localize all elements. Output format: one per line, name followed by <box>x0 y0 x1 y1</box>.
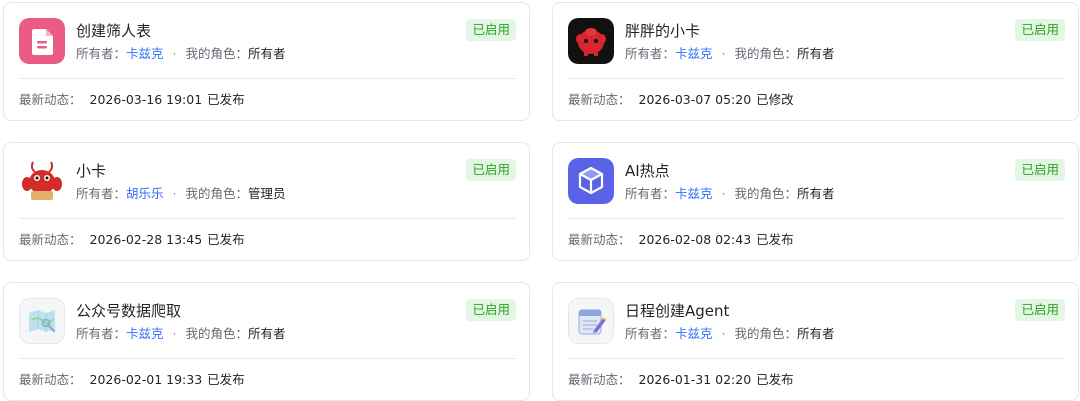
activity-timestamp: 2026-02-28 13:45 <box>89 232 203 247</box>
owner-name-link[interactable]: 卡兹克 <box>675 186 713 201</box>
card-title: 创建筛人表 <box>76 22 152 40</box>
role-label: 我的角色： <box>734 326 798 341</box>
owner-label: 所有者： <box>625 326 676 341</box>
role-value: 所有者 <box>797 186 835 201</box>
status-badge: 已启用 <box>466 159 516 181</box>
agent-card[interactable]: 小卡 所有者：胡乐乐 · 我的角色：管理员 已启用 最新动态： 2026-02-28 … <box>3 142 530 261</box>
pink-document-icon <box>19 18 65 64</box>
activity-action: 已发布 <box>756 232 794 247</box>
separator-dot: · <box>721 186 726 201</box>
card-divider <box>568 358 1065 359</box>
role-value: 所有者 <box>248 326 286 341</box>
status-badge: 已启用 <box>1015 299 1065 321</box>
activity-label: 最新动态： <box>19 232 82 247</box>
owner-name-link[interactable]: 卡兹克 <box>675 326 713 341</box>
card-divider <box>568 218 1065 219</box>
card-divider <box>568 78 1065 79</box>
agent-card[interactable]: 创建筛人表 所有者：卡兹克 · 我的角色：所有者 已启用 最新动态： 2026-03-… <box>3 2 530 121</box>
activity-action: 已修改 <box>756 92 794 107</box>
agent-card[interactable]: AI热点 所有者：卡兹克 · 我的角色：所有者 已启用 最新动态： 2026-02-0… <box>552 142 1079 261</box>
activity-action: 已发布 <box>756 372 794 387</box>
purple-cube-icon <box>568 158 614 204</box>
agent-card[interactable]: 公众号数据爬取 所有者：卡兹克 · 我的角色：所有者 已启用 最新动态： 2026-0… <box>3 282 530 401</box>
status-badge: 已启用 <box>466 299 516 321</box>
card-meta: 所有者：卡兹克 · 我的角色：所有者 <box>625 324 835 344</box>
map-icon <box>19 298 65 344</box>
role-label: 我的角色： <box>185 46 249 61</box>
role-label: 我的角色： <box>734 46 798 61</box>
status-badge: 已启用 <box>1015 159 1065 181</box>
card-divider <box>19 218 516 219</box>
card-meta: 所有者：卡兹克 · 我的角色：所有者 <box>625 44 835 64</box>
card-title: 公众号数据爬取 <box>76 302 182 320</box>
owner-label: 所有者： <box>625 46 676 61</box>
activity-timestamp: 2026-01-31 02:20 <box>638 372 752 387</box>
activity-timestamp: 2026-03-07 05:20 <box>638 92 752 107</box>
role-value: 所有者 <box>248 46 286 61</box>
role-label: 我的角色： <box>185 326 249 341</box>
activity-timestamp: 2026-02-08 02:43 <box>638 232 752 247</box>
role-label: 我的角色： <box>734 186 798 201</box>
latest-activity: 最新动态： 2026-01-31 02:20 已发布 <box>568 370 794 390</box>
activity-label: 最新动态： <box>19 372 82 387</box>
latest-activity: 最新动态： 2026-03-16 19:01 已发布 <box>19 90 245 110</box>
card-title: 日程创建Agent <box>625 302 730 320</box>
owner-label: 所有者： <box>625 186 676 201</box>
latest-activity: 最新动态： 2026-03-07 05:20 已修改 <box>568 90 794 110</box>
separator-dot: · <box>172 46 177 61</box>
separator-dot: · <box>721 46 726 61</box>
owner-name-link[interactable]: 卡兹克 <box>675 46 713 61</box>
card-title: AI热点 <box>625 162 670 180</box>
owner-name-link[interactable]: 卡兹克 <box>126 326 164 341</box>
agent-card[interactable]: 胖胖的小卡 所有者：卡兹克 · 我的角色：所有者 已启用 最新动态： 2026-03-… <box>552 2 1079 121</box>
owner-name-link[interactable]: 卡兹克 <box>126 46 164 61</box>
activity-label: 最新动态： <box>568 232 631 247</box>
card-meta: 所有者：卡兹克 · 我的角色：所有者 <box>76 44 286 64</box>
separator-dot: · <box>721 326 726 341</box>
status-badge: 已启用 <box>1015 19 1065 41</box>
role-value: 所有者 <box>797 326 835 341</box>
owner-label: 所有者： <box>76 46 127 61</box>
owner-name-link[interactable]: 胡乐乐 <box>126 186 164 201</box>
status-badge: 已启用 <box>466 19 516 41</box>
calendar-icon <box>568 298 614 344</box>
red-lobster-avatar <box>19 158 65 204</box>
card-divider <box>19 358 516 359</box>
role-value: 管理员 <box>248 186 286 201</box>
card-meta: 所有者：卡兹克 · 我的角色：所有者 <box>625 184 835 204</box>
activity-timestamp: 2026-02-01 19:33 <box>89 372 203 387</box>
latest-activity: 最新动态： 2026-02-01 19:33 已发布 <box>19 370 245 390</box>
activity-label: 最新动态： <box>568 372 631 387</box>
card-title: 胖胖的小卡 <box>625 22 701 40</box>
latest-activity: 最新动态： 2026-02-28 13:45 已发布 <box>19 230 245 250</box>
card-title: 小卡 <box>76 162 107 180</box>
activity-action: 已发布 <box>207 92 245 107</box>
owner-label: 所有者： <box>76 326 127 341</box>
separator-dot: · <box>172 186 177 201</box>
red-creature-avatar <box>568 18 614 64</box>
card-meta: 所有者：卡兹克 · 我的角色：所有者 <box>76 324 286 344</box>
role-value: 所有者 <box>797 46 835 61</box>
activity-label: 最新动态： <box>19 92 82 107</box>
latest-activity: 最新动态： 2026-02-08 02:43 已发布 <box>568 230 794 250</box>
activity-timestamp: 2026-03-16 19:01 <box>89 92 203 107</box>
separator-dot: · <box>172 326 177 341</box>
card-meta: 所有者：胡乐乐 · 我的角色：管理员 <box>76 184 286 204</box>
agent-card[interactable]: 日程创建Agent 所有者：卡兹克 · 我的角色：所有者 已启用 最新动态： 2026… <box>552 282 1079 401</box>
owner-label: 所有者： <box>76 186 127 201</box>
activity-label: 最新动态： <box>568 92 631 107</box>
role-label: 我的角色： <box>185 186 249 201</box>
card-divider <box>19 78 516 79</box>
activity-action: 已发布 <box>207 232 245 247</box>
activity-action: 已发布 <box>207 372 245 387</box>
